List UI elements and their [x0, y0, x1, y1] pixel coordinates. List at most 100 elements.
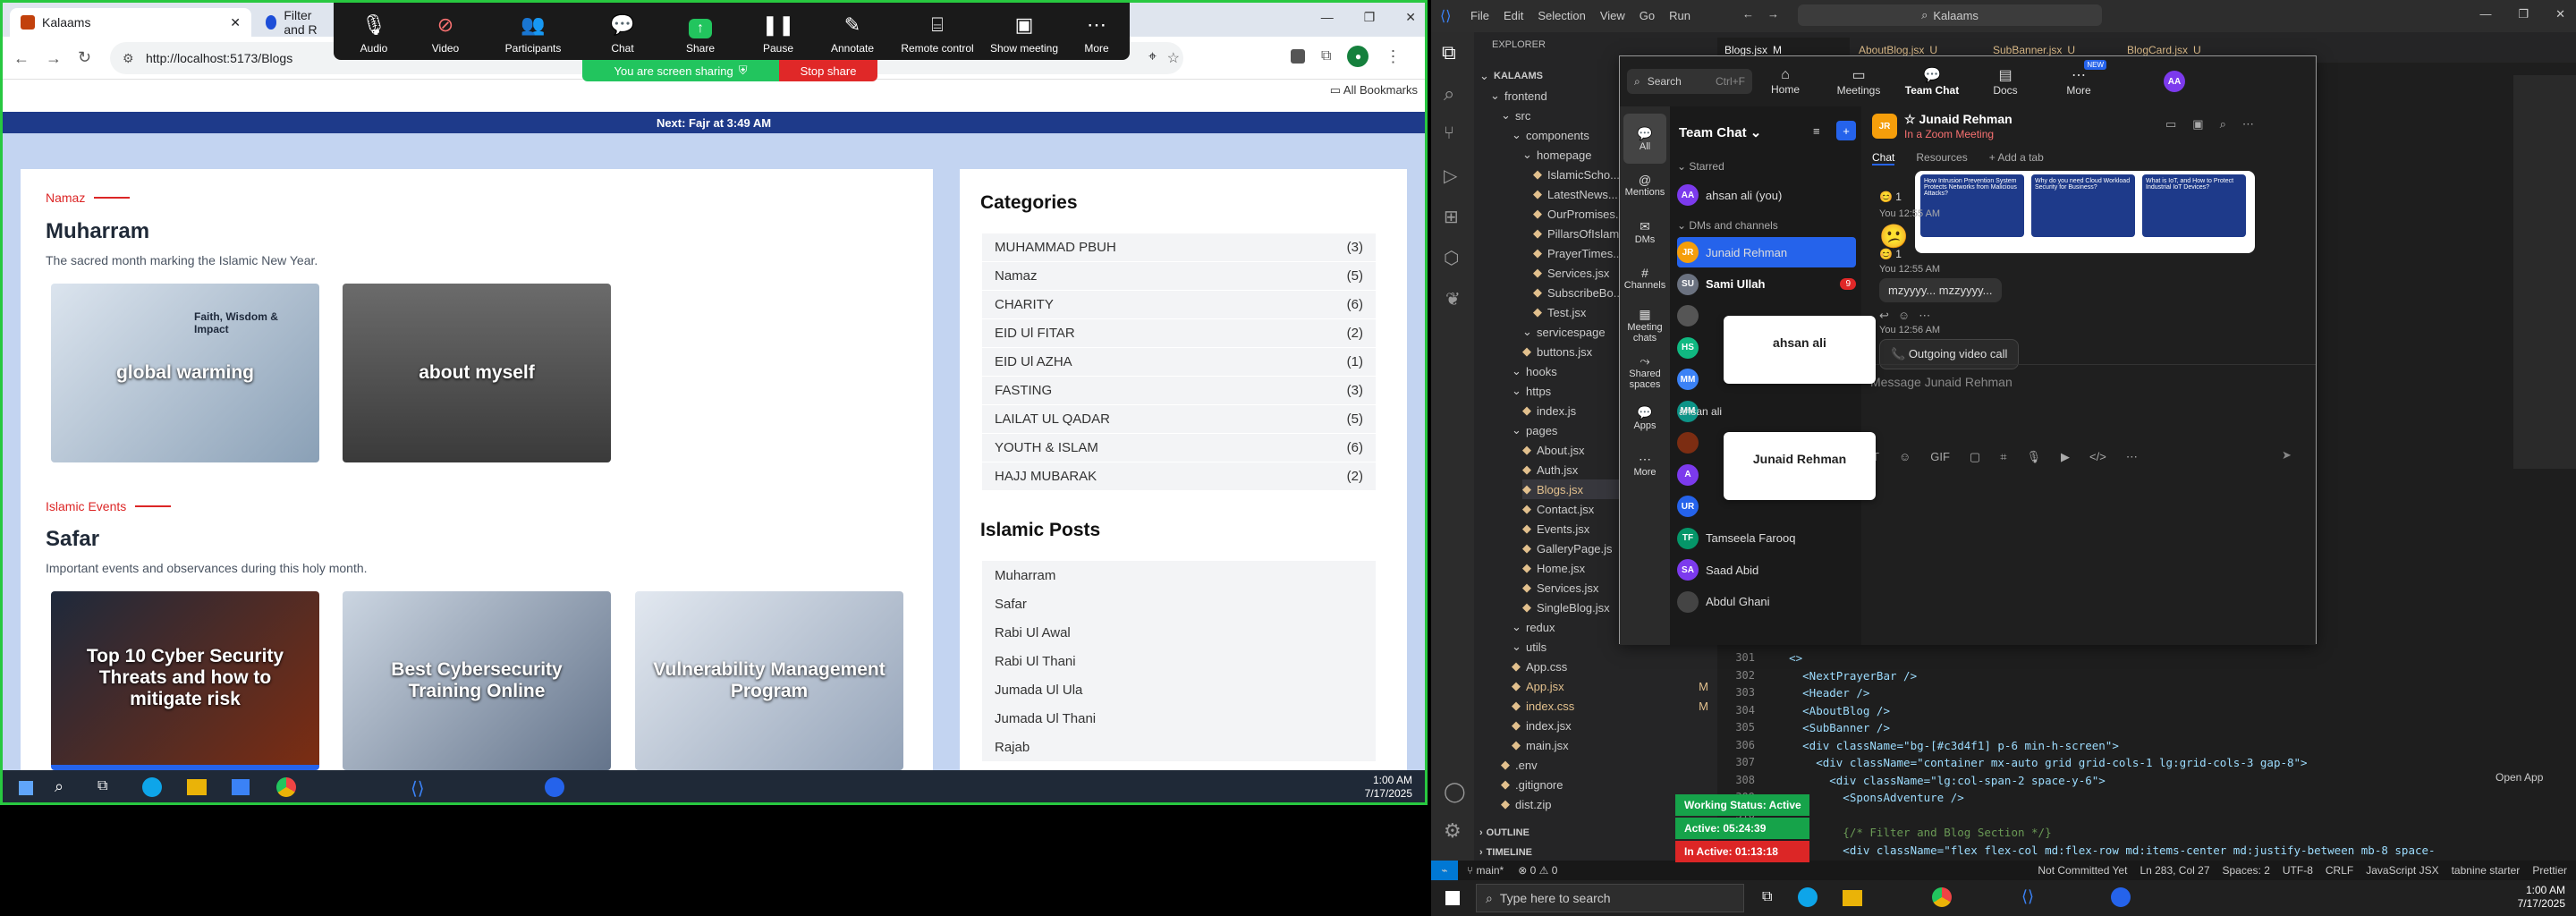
profile-avatar[interactable]: AA [2164, 71, 2185, 92]
chat-contact-name[interactable]: ☆ Junaid Rehman [1904, 112, 2012, 127]
code-line[interactable]: <div className="lg:col-span-2 space-y-6"… [1762, 774, 2106, 792]
top-nav-team-chat[interactable]: 💬 Team Chat [1901, 56, 1963, 106]
blog-card[interactable]: Top 10 Cyber Security Threats and how to… [51, 591, 319, 770]
contact-self[interactable]: AA ahsan ali (you) [1677, 180, 1856, 210]
command-center[interactable]: ⌕ Kalaams [1798, 4, 2102, 26]
close-window-icon[interactable]: ✕ [2555, 7, 2565, 21]
category-item[interactable]: MUHAMMAD PBUH (3) [982, 233, 1376, 262]
more-dots-icon[interactable]: ⋯ [2242, 117, 2254, 131]
zoom-icon[interactable] [545, 777, 564, 797]
post-item[interactable]: Jumada Ul Ula [982, 675, 1376, 704]
location-icon[interactable]: ⌖ [1148, 49, 1157, 65]
forward-icon[interactable]: → [46, 49, 62, 68]
contact-item[interactable]: SA Saad Abid [1677, 555, 1856, 585]
top-nav-home[interactable]: ⌂ Home [1754, 56, 1817, 106]
problems-indicator[interactable]: ⊗ 0 ⚠ 0 [1518, 864, 1557, 877]
post-item[interactable]: Rabi Ul Awal [982, 618, 1376, 647]
code-line[interactable]: <div className="container mx-auto grid g… [1762, 756, 2307, 774]
nav-forward-icon[interactable]: → [1767, 7, 1779, 21]
more-button[interactable]: ⋯ More [1067, 3, 1126, 60]
message-input[interactable]: Message Junaid Rehman [1870, 375, 2012, 389]
code-snippet-icon[interactable]: </> [2089, 450, 2106, 464]
menu-item[interactable]: Run [1669, 9, 1690, 22]
browser-tab-active[interactable]: Kalaams ✕ [10, 8, 251, 37]
open-app-link[interactable]: Open App [2496, 771, 2543, 784]
outline-section[interactable]: › OUTLINE [1479, 823, 1530, 843]
dms-section[interactable]: ⌄ DMs and channels [1677, 219, 1778, 232]
vscode-icon[interactable]: ⟨⟩ [2021, 887, 2034, 906]
close-window-icon[interactable]: ✕ [1405, 10, 1416, 25]
menu-item[interactable]: Selection [1538, 9, 1585, 22]
category-item[interactable]: YOUTH & ISLAM (6) [982, 434, 1376, 462]
indent-setting[interactable]: Spaces: 2 [2223, 864, 2270, 877]
file-explorer-icon[interactable] [187, 779, 207, 795]
chrome-icon[interactable] [1932, 887, 1952, 907]
edge-icon[interactable] [1798, 887, 1818, 907]
stop-share-button[interactable]: Stop share [779, 60, 877, 81]
pause-button[interactable]: ❚❚ Pause [747, 3, 809, 60]
menu-item[interactable]: Go [1640, 9, 1655, 22]
code-line[interactable]: <div className="flex flex-col md:flex-ro… [1762, 844, 2435, 861]
encoding[interactable]: UTF-8 [2283, 864, 2313, 877]
new-chat-icon[interactable]: + [1836, 121, 1856, 140]
task-view-icon[interactable]: ⧉ [97, 778, 107, 794]
blog-card[interactable]: Faith, Wisdom & Impact global warming [51, 284, 319, 462]
emoji-icon[interactable]: ☺ [1899, 450, 1911, 464]
blame-status[interactable]: Not Committed Yet [2038, 864, 2127, 877]
left-nav-dms[interactable]: ✉ DMs [1623, 207, 1666, 257]
top-nav-more[interactable]: ⋯ More NEW [2047, 56, 2110, 106]
account-icon[interactable]: ◯ [1444, 780, 1466, 803]
blog-card[interactable]: Best Cybersecurity Training Online [343, 591, 611, 770]
remote-control-button[interactable]: ⌸ Remote control [888, 3, 987, 60]
windows-start-icon[interactable] [19, 781, 33, 795]
tree-file[interactable]: ◆ index.jsx [1512, 716, 1717, 735]
tree-file[interactable]: ◆ App.jsx M [1512, 676, 1717, 696]
participants-button[interactable]: 👥 Participants [493, 3, 573, 60]
emoji-react-icon[interactable]: ☺ [1898, 309, 1910, 323]
run-debug-icon[interactable]: ▷ [1444, 165, 1457, 187]
post-item[interactable]: Rabi Ul Thani [982, 647, 1376, 675]
reaction-badge[interactable]: 😊 1 [1879, 191, 1902, 203]
left-nav-more[interactable]: ⋯ More [1623, 439, 1666, 489]
left-nav-mentions[interactable]: @ Mentions [1623, 160, 1666, 210]
video-message-icon[interactable]: ▶ [2061, 450, 2070, 464]
blog-card[interactable]: about myself [343, 284, 611, 462]
tree-file[interactable]: ◆ .gitignore [1501, 775, 1717, 794]
reload-icon[interactable]: ↻ [78, 48, 91, 67]
bookmark-star-icon[interactable]: ☆ [1167, 49, 1180, 67]
category-item[interactable]: FASTING (3) [982, 377, 1376, 405]
task-view-icon[interactable]: ⧉ [1762, 889, 1772, 905]
reply-icon[interactable]: ↩ [1879, 309, 1889, 323]
left-nav-meeting-chats[interactable]: ▦ Meeting chats [1623, 300, 1666, 350]
top-nav-docs[interactable]: ▤ Docs [1974, 56, 2037, 106]
panel-title[interactable]: Team Chat ⌄ [1679, 124, 1761, 140]
code-line[interactable]: <div className="bg-[#c3d4f1] p-6 min-h-s… [1762, 739, 2119, 757]
category-item[interactable]: LAILAT UL QADAR (5) [982, 405, 1376, 434]
search-icon[interactable]: ⌕ [1444, 82, 1454, 106]
tree-file[interactable]: ◆ main.jsx [1512, 735, 1717, 755]
top-nav-meetings[interactable]: ▭ Meetings [1827, 56, 1890, 106]
post-item[interactable]: Rajab [982, 733, 1376, 761]
search-icon[interactable]: ⌕ [55, 777, 64, 796]
minimize-icon[interactable]: — [1321, 10, 1334, 25]
audio-button[interactable]: 🎙 Audio [343, 3, 405, 60]
back-icon[interactable]: ← [13, 49, 30, 68]
settings-gear-icon[interactable]: ⚙ [1444, 819, 1462, 843]
post-item[interactable]: Safar [982, 589, 1376, 618]
video-call-icon[interactable]: ▭ [2165, 117, 2176, 131]
maximize-icon[interactable]: ❐ [1364, 10, 1376, 25]
extension-icon[interactable] [1291, 49, 1305, 64]
starred-section[interactable]: ⌄ Starred [1677, 160, 1724, 173]
post-item[interactable]: Muharram [982, 561, 1376, 589]
tree-file[interactable]: ◆ .env [1501, 755, 1717, 775]
preview-thumbnail[interactable]: Why do you need Cloud Workload Security … [2031, 174, 2135, 237]
category-item[interactable]: EID Ul AZHA (1) [982, 348, 1376, 377]
post-item[interactable]: Jumada Ul Thani [982, 704, 1376, 733]
show-meeting-button[interactable]: ▣ Show meeting [979, 3, 1069, 60]
remote-explorer-icon[interactable]: ⬡ [1444, 247, 1459, 269]
prettier-status[interactable]: Prettier [2532, 864, 2567, 877]
profile-avatar[interactable]: ● [1347, 46, 1369, 67]
code-line[interactable]: <SubBanner /> [1762, 721, 1890, 739]
file-explorer-icon[interactable] [1843, 890, 1862, 906]
extensions-icon[interactable]: ⊞ [1444, 206, 1459, 228]
